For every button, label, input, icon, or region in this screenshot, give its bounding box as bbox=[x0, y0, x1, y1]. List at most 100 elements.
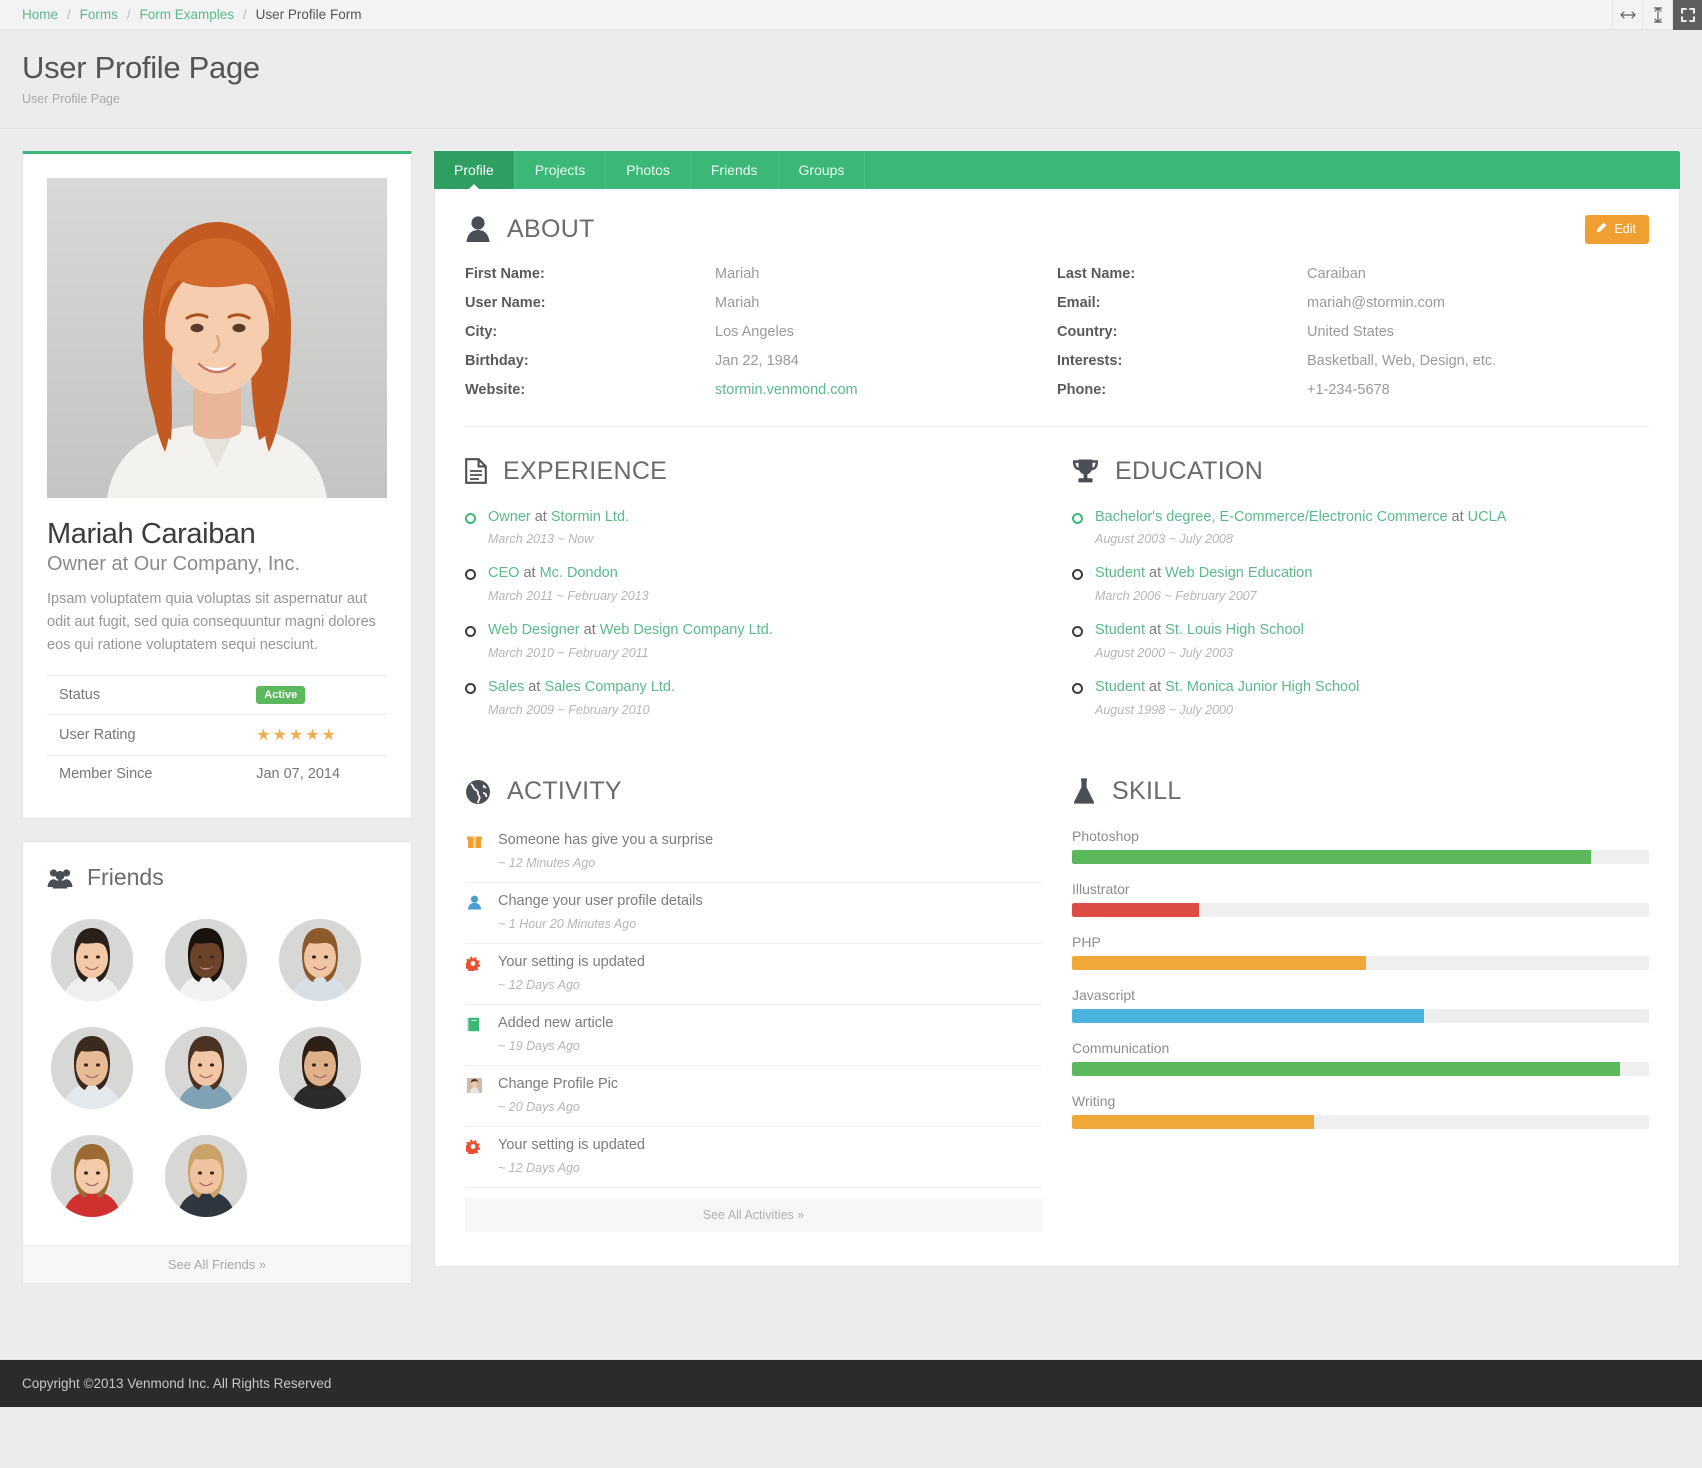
activity-item: Someone has give you a surprise~ 12 Minu… bbox=[465, 828, 1042, 883]
fullscreen-icon[interactable] bbox=[1672, 0, 1702, 30]
tab-profile[interactable]: Profile bbox=[434, 151, 515, 189]
topbar: Home/Forms/Form Examples/User Profile Fo… bbox=[0, 0, 1702, 30]
about-label-right: Last Name: bbox=[1057, 266, 1307, 282]
profile-info-table: StatusActiveUser Rating★★★★★Member Since… bbox=[47, 675, 387, 792]
avatar[interactable] bbox=[51, 919, 133, 1001]
experience-org[interactable]: Mc. Dondon bbox=[540, 565, 618, 581]
experience-bullet-icon bbox=[465, 513, 476, 524]
skill-label: Communication bbox=[1072, 1040, 1649, 1056]
edit-button[interactable]: Edit bbox=[1585, 215, 1649, 244]
avatar[interactable] bbox=[51, 1135, 133, 1217]
experience-list: Owner at Stormin Ltd.March 2013 ~ NowCEO… bbox=[465, 508, 1042, 717]
skill-progress-fill bbox=[1072, 1115, 1314, 1129]
profile-name: Mariah Caraiban bbox=[47, 518, 387, 551]
cogs-icon bbox=[465, 1139, 483, 1154]
website-link[interactable]: stormin.venmond.com bbox=[715, 382, 858, 398]
education-role[interactable]: Student bbox=[1095, 565, 1145, 581]
tab-photos[interactable]: Photos bbox=[606, 151, 691, 189]
tab-groups[interactable]: Groups bbox=[779, 151, 866, 189]
education-org[interactable]: UCLA bbox=[1468, 509, 1507, 525]
experience-at: at bbox=[524, 679, 544, 695]
activity-text: Change your user profile details bbox=[498, 893, 703, 909]
experience-text: CEO at Mc. Dondon bbox=[488, 564, 618, 583]
education-bullet-icon bbox=[1072, 626, 1083, 637]
avatar[interactable] bbox=[165, 1027, 247, 1109]
education-header: EDUCATION bbox=[1072, 457, 1649, 486]
breadcrumb-item-home[interactable]: Home bbox=[22, 7, 58, 22]
vertical-resize-icon[interactable] bbox=[1642, 0, 1672, 30]
skill-item: Communication bbox=[1072, 1040, 1649, 1076]
about-label-right: Phone: bbox=[1057, 382, 1307, 398]
status-badge: Active bbox=[256, 686, 305, 704]
skill-progress-fill bbox=[1072, 903, 1199, 917]
experience-role[interactable]: Owner bbox=[488, 509, 531, 525]
photo-icon bbox=[465, 1078, 483, 1093]
rating-stars: ★★★★★ bbox=[256, 727, 338, 744]
education-role[interactable]: Student bbox=[1095, 679, 1145, 695]
about-value-left[interactable]: stormin.venmond.com bbox=[715, 382, 1057, 398]
see-all-activities-link[interactable]: See All Activities » bbox=[465, 1198, 1042, 1232]
profile-bio: Ipsam voluptatem quia voluptas sit asper… bbox=[47, 588, 387, 658]
see-all-friends-link[interactable]: See All Friends » bbox=[23, 1245, 411, 1283]
experience-role[interactable]: Sales bbox=[488, 679, 524, 695]
experience-role[interactable]: CEO bbox=[488, 565, 519, 581]
experience-org[interactable]: Stormin Ltd. bbox=[551, 509, 629, 525]
activity-item: Your setting is updated~ 12 Days Ago bbox=[465, 944, 1042, 1005]
tab-projects[interactable]: Projects bbox=[515, 151, 607, 189]
education-org[interactable]: St. Louis High School bbox=[1165, 622, 1304, 638]
experience-header: EXPERIENCE bbox=[465, 457, 1042, 486]
profile-info-row: StatusActive bbox=[47, 676, 387, 715]
education-at: at bbox=[1145, 679, 1165, 695]
experience-text: Web Designer at Web Design Company Ltd. bbox=[488, 621, 773, 640]
about-label-left: Birthday: bbox=[465, 353, 715, 369]
page-title: User Profile Page bbox=[22, 50, 1680, 86]
experience-item: Sales at Sales Company Ltd. March 2009 ~ … bbox=[465, 678, 1042, 717]
profile-card-spacer bbox=[47, 792, 387, 818]
breadcrumb-item-forms[interactable]: Forms bbox=[80, 7, 118, 22]
about-value-right: United States bbox=[1307, 324, 1649, 340]
education-org[interactable]: Web Design Education bbox=[1165, 565, 1312, 581]
person-icon bbox=[465, 215, 491, 243]
about-label-right: Email: bbox=[1057, 295, 1307, 311]
education-item: Student at St. Louis High SchoolAugust 2… bbox=[1072, 621, 1649, 660]
avatar[interactable] bbox=[165, 919, 247, 1001]
activity-list: Someone has give you a surprise~ 12 Minu… bbox=[465, 828, 1042, 1188]
copyright-text: Copyright ©2013 Venmond Inc. All Rights … bbox=[22, 1376, 331, 1391]
page-header: User Profile Page User Profile Page bbox=[0, 30, 1702, 129]
experience-education-row: EXPERIENCE Owner at Stormin Ltd.March 20… bbox=[465, 457, 1649, 735]
skill-progress-track bbox=[1072, 956, 1649, 970]
main-layout: Mariah Caraiban Owner at Our Company, In… bbox=[0, 129, 1702, 1359]
cogs-icon bbox=[465, 956, 483, 971]
education-item: Student at St. Monica Junior High School… bbox=[1072, 678, 1649, 717]
about-label-left: Website: bbox=[465, 382, 715, 398]
experience-role[interactable]: Web Designer bbox=[488, 622, 580, 638]
breadcrumb: Home/Forms/Form Examples/User Profile Fo… bbox=[22, 7, 361, 22]
experience-date: March 2011 ~ February 2013 bbox=[488, 589, 1042, 603]
education-at: at bbox=[1145, 565, 1165, 581]
about-label-left: User Name: bbox=[465, 295, 715, 311]
experience-org[interactable]: Sales Company Ltd. bbox=[544, 679, 675, 695]
trophy-icon bbox=[1072, 458, 1099, 484]
friends-card: Friends See All Friends » bbox=[22, 841, 412, 1284]
about-divider bbox=[465, 426, 1649, 427]
skill-item: PHP bbox=[1072, 934, 1649, 970]
avatar[interactable] bbox=[279, 919, 361, 1001]
friends-title: Friends bbox=[87, 864, 164, 891]
experience-text: Sales at Sales Company Ltd. bbox=[488, 678, 675, 697]
about-label-right: Country: bbox=[1057, 324, 1307, 340]
breadcrumb-item-form-examples[interactable]: Form Examples bbox=[140, 7, 235, 22]
avatar[interactable] bbox=[279, 1027, 361, 1109]
education-date: August 1998 ~ July 2000 bbox=[1095, 703, 1649, 717]
education-org[interactable]: St. Monica Junior High School bbox=[1165, 679, 1359, 695]
experience-at: at bbox=[580, 622, 600, 638]
experience-org[interactable]: Web Design Company Ltd. bbox=[600, 622, 773, 638]
experience-date: March 2009 ~ February 2010 bbox=[488, 703, 1042, 717]
horizontal-resize-icon[interactable] bbox=[1612, 0, 1642, 30]
avatar[interactable] bbox=[165, 1135, 247, 1217]
tab-friends[interactable]: Friends bbox=[691, 151, 779, 189]
education-role[interactable]: Bachelor's degree, E-Commerce/Electronic… bbox=[1095, 509, 1448, 525]
education-role[interactable]: Student bbox=[1095, 622, 1145, 638]
education-title: EDUCATION bbox=[1115, 457, 1263, 486]
skill-progress-fill bbox=[1072, 956, 1366, 970]
avatar[interactable] bbox=[51, 1027, 133, 1109]
